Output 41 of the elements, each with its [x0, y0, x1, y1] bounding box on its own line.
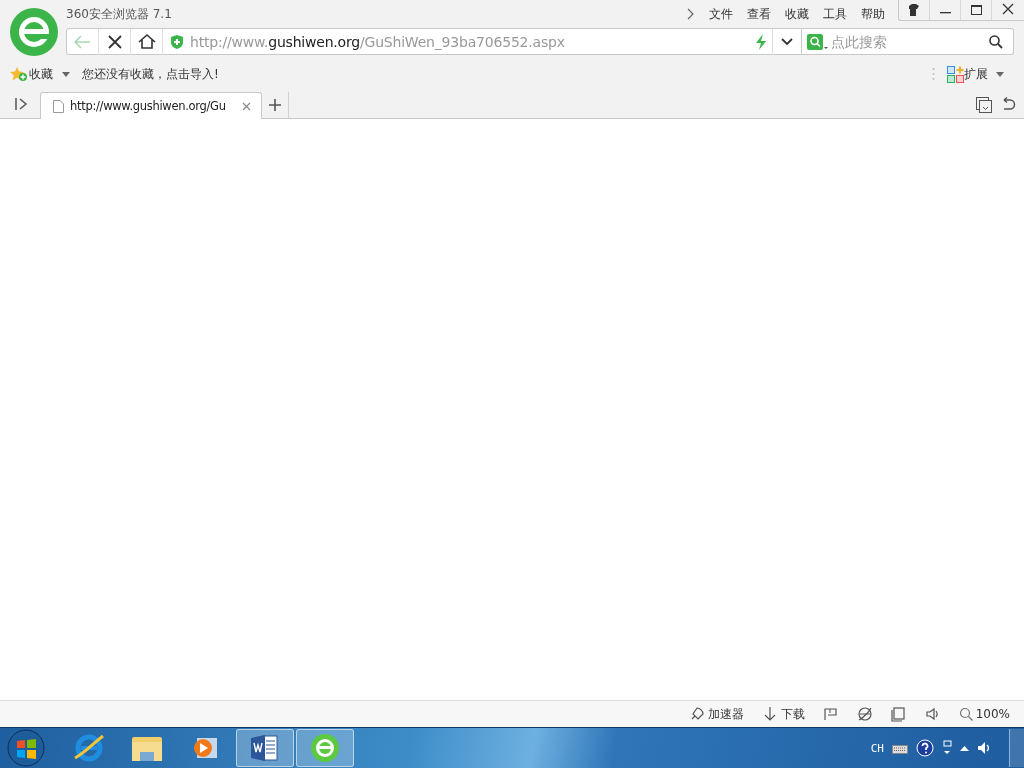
zoom-icon[interactable]	[958, 707, 973, 721]
lightning-icon[interactable]	[754, 32, 768, 51]
restore-tabs-icon[interactable]	[976, 97, 992, 113]
flag-icon[interactable]	[822, 706, 839, 722]
star-add-icon[interactable]	[10, 66, 28, 82]
menu-item[interactable]: 查看	[740, 5, 778, 23]
import-favorites-link[interactable]: 您还没有收藏，点击导入!	[82, 65, 219, 83]
show-hidden-icon[interactable]	[960, 745, 969, 751]
window-icon[interactable]	[890, 706, 907, 722]
taskbar-button[interactable]	[236, 729, 294, 767]
browser-tab[interactable]: http://www.gushiwen.org/Gu	[40, 92, 262, 119]
menu-item[interactable]: 文件	[702, 5, 740, 23]
caret-down-icon[interactable]	[62, 71, 70, 77]
keyboard-icon[interactable]	[892, 742, 908, 754]
language-indicator[interactable]: CH	[870, 741, 884, 755]
chevron-right-icon[interactable]	[686, 8, 694, 20]
zoom-level[interactable]: 100%	[975, 707, 1010, 721]
menu-item[interactable]: 工具	[816, 5, 854, 23]
search-icon[interactable]	[988, 34, 1004, 50]
sidebar-toggle-icon[interactable]	[14, 97, 28, 111]
menu-item[interactable]: 帮助	[854, 5, 892, 23]
caret-down-icon[interactable]	[996, 71, 1004, 77]
grip-icon	[932, 67, 935, 81]
speaker-icon[interactable]	[977, 741, 991, 755]
favorites-button[interactable]: 收藏	[29, 65, 53, 83]
accelerator-button[interactable]: 加速器	[707, 705, 744, 723]
help-icon[interactable]	[916, 739, 934, 757]
shield-icon	[170, 33, 184, 50]
extensions-icon[interactable]	[947, 65, 964, 83]
network-icon[interactable]	[942, 740, 952, 756]
downloads-button[interactable]: 下载	[780, 705, 805, 723]
search-engine-icon[interactable]	[807, 33, 829, 51]
extensions-button[interactable]: 扩展	[964, 65, 988, 83]
speaker-icon[interactable]	[924, 706, 941, 722]
start-button-icon[interactable]	[6, 728, 46, 768]
page-icon	[53, 99, 64, 113]
tab-title: http://www.gushiwen.org/Gu	[70, 99, 227, 113]
browser-logo	[10, 8, 58, 56]
window-title: 360安全浏览器 7.1	[66, 5, 172, 23]
menu-item[interactable]: 收藏	[778, 5, 816, 23]
search-field[interactable]: 点此搜索	[802, 28, 1014, 55]
